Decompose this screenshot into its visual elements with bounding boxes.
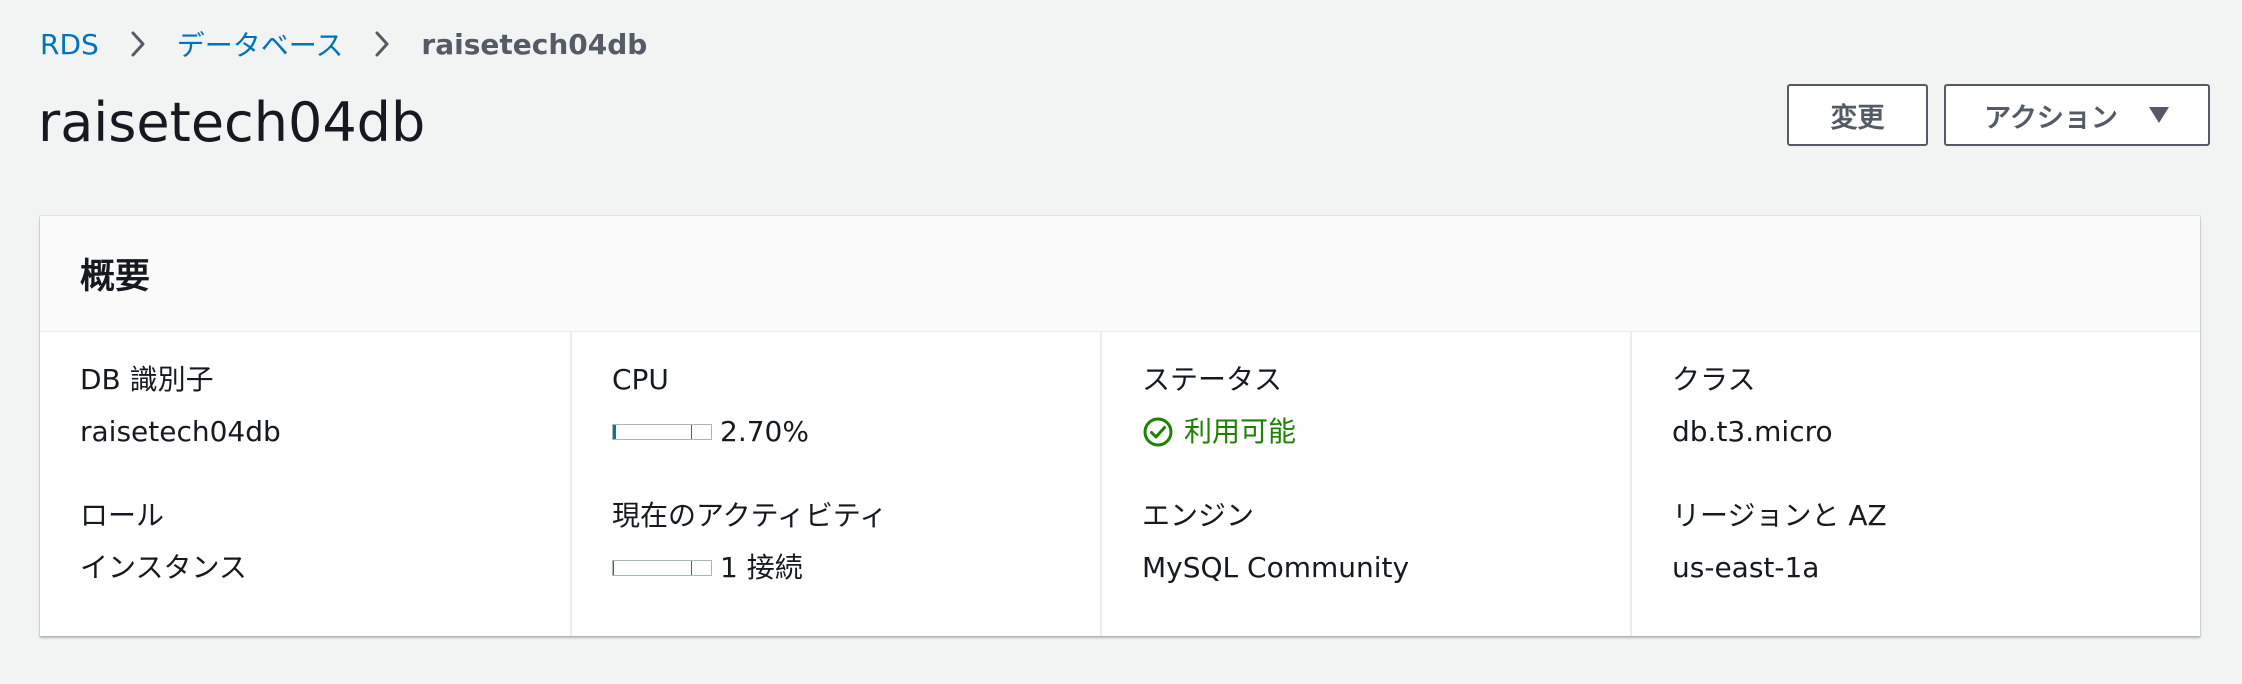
activity-meter-fill xyxy=(613,561,614,575)
summary-column-identifier: DB 識別子 raisetech04db ロール インスタンス xyxy=(40,332,570,636)
cpu-label: CPU xyxy=(612,363,669,396)
status-label: ステータス xyxy=(1142,363,1283,396)
caret-down-icon xyxy=(2148,106,2170,124)
summary-header: 概要 xyxy=(40,216,2200,332)
chevron-right-icon xyxy=(123,29,153,59)
page-title: raisetech04db xyxy=(38,91,426,154)
region-label: リージョンと AZ xyxy=(1672,499,1887,532)
class-label: クラス xyxy=(1672,363,1756,396)
activity-value-row: 1 接続 xyxy=(612,550,1100,586)
engine-value: MySQL Community xyxy=(1142,551,1410,584)
modify-button[interactable]: 変更 xyxy=(1787,84,1928,146)
actions-dropdown-button[interactable]: アクション xyxy=(1944,84,2210,146)
cpu-field: CPU 2.70% xyxy=(612,362,1100,498)
status-check-icon xyxy=(1142,416,1174,448)
activity-value: 1 接続 xyxy=(720,551,803,584)
breadcrumb-link-rds[interactable]: RDS xyxy=(40,28,99,61)
engine-label: エンジン xyxy=(1142,499,1255,532)
status-value-row: 利用可能 xyxy=(1142,414,1630,450)
cpu-meter xyxy=(612,424,712,440)
breadcrumb-current: raisetech04db xyxy=(421,27,648,61)
actions-button-label: アクション xyxy=(1984,102,2118,134)
status-value: 利用可能 xyxy=(1184,415,1297,448)
class-value: db.t3.micro xyxy=(1672,415,1833,448)
modify-button-label: 変更 xyxy=(1830,102,1885,134)
role-field: ロール インスタンス xyxy=(80,498,570,634)
activity-meter xyxy=(612,560,712,576)
activity-meter-threshold xyxy=(691,561,693,575)
cpu-value-row: 2.70% xyxy=(612,414,1100,450)
summary-title: 概要 xyxy=(80,257,151,297)
role-value: インスタンス xyxy=(80,551,247,584)
region-value: us-east-1a xyxy=(1672,551,1820,584)
cpu-meter-threshold xyxy=(691,425,693,439)
cpu-meter-fill xyxy=(613,425,616,439)
summary-column-status: ステータス 利用可能 エンジン MySQL Community xyxy=(1100,332,1630,636)
region-field: リージョンと AZ us-east-1a xyxy=(1672,498,2160,634)
summary-column-metrics: CPU 2.70% 現在のアクティビティ 1 接続 xyxy=(570,332,1100,636)
activity-label: 現在のアクティビティ xyxy=(612,499,888,532)
status-field: ステータス 利用可能 xyxy=(1142,362,1630,498)
engine-field: エンジン MySQL Community xyxy=(1142,498,1630,634)
summary-column-class: クラス db.t3.micro リージョンと AZ us-east-1a xyxy=(1630,332,2160,636)
role-label: ロール xyxy=(80,499,165,532)
activity-field: 現在のアクティビティ 1 接続 xyxy=(612,498,1100,634)
db-identifier-value: raisetech04db xyxy=(80,415,281,448)
breadcrumb-link-databases[interactable]: データベース xyxy=(177,24,344,64)
summary-panel: 概要 DB 識別子 raisetech04db ロール インスタンス CPU 2… xyxy=(40,216,2200,636)
breadcrumb: RDS データベース raisetech04db xyxy=(40,22,647,66)
db-identifier-label: DB 識別子 xyxy=(80,363,214,396)
cpu-value: 2.70% xyxy=(720,415,809,448)
db-identifier-field: DB 識別子 raisetech04db xyxy=(80,362,570,498)
class-field: クラス db.t3.micro xyxy=(1672,362,2160,498)
chevron-right-icon xyxy=(367,29,397,59)
summary-body: DB 識別子 raisetech04db ロール インスタンス CPU 2.70… xyxy=(40,332,2200,636)
